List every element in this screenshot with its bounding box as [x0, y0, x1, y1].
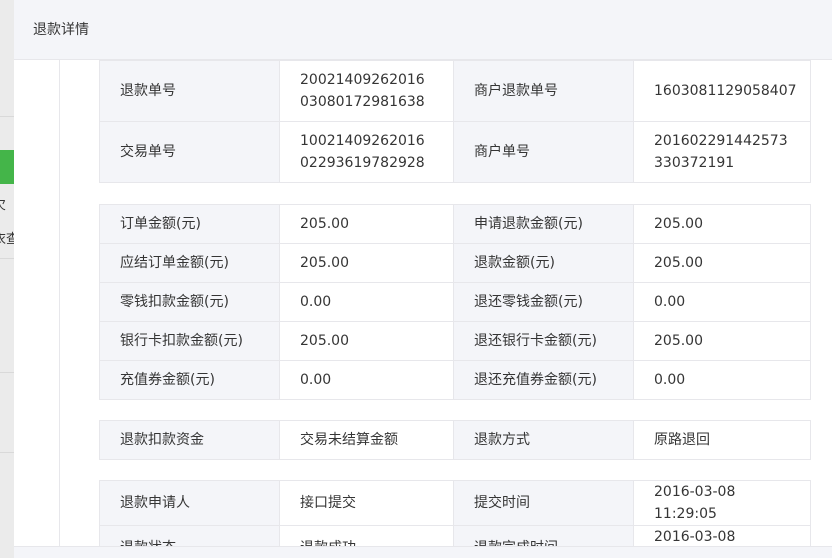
- refund-detail-dialog: 退款详情 退款单号 2002140926201603080172981638 商…: [14, 0, 832, 558]
- refund-method-value: 原路退回: [633, 420, 811, 460]
- refund-method-label: 退款方式: [453, 420, 634, 460]
- table-row: 退款申请人 接口提交 提交时间 2016-03-08 11:29:05: [99, 480, 811, 526]
- refund-status-value: 退款成功: [279, 525, 454, 546]
- background-page: [0, 0, 14, 558]
- background-divider: [0, 116, 14, 117]
- settlement-amount-label: 应结订单金额(元): [99, 243, 280, 283]
- table-row: 退款扣款资金 交易未结算金额 退款方式 原路退回: [99, 420, 811, 460]
- coupon-refund-label: 退还充值券金额(元): [453, 360, 634, 400]
- dialog-footer: [14, 546, 832, 558]
- refund-no-value: 2002140926201603080172981638: [279, 60, 454, 122]
- refund-status-label: 退款状态: [99, 525, 280, 546]
- requested-refund-amount-value: 205.00: [633, 204, 811, 244]
- settlement-amount-value: 205.00: [279, 243, 454, 283]
- bank-card-deduction-value: 205.00: [279, 321, 454, 361]
- refund-method-table: 退款扣款资金 交易未结算金额 退款方式 原路退回: [99, 420, 811, 460]
- background-divider: [0, 372, 14, 373]
- transaction-no-label: 交易单号: [99, 121, 280, 183]
- table-row: 订单金额(元) 205.00 申请退款金额(元) 205.00: [99, 204, 811, 244]
- dialog-body[interactable]: 退款单号 2002140926201603080172981638 商户退款单号…: [14, 60, 832, 546]
- refund-complete-time-value: 2016-03-08 11:29:11: [633, 525, 811, 546]
- refund-complete-time-label: 退款完成时间: [453, 525, 634, 546]
- background-divider: [0, 452, 14, 453]
- submit-time-value: 2016-03-08 11:29:05: [633, 480, 811, 526]
- merchant-refund-no-label: 商户退款单号: [453, 60, 634, 122]
- submit-time-label: 提交时间: [453, 480, 634, 526]
- refund-funds-value: 交易未结算金额: [279, 420, 454, 460]
- amounts-table: 订单金额(元) 205.00 申请退款金额(元) 205.00 应结订单金额(元…: [99, 204, 811, 400]
- background-divider: [0, 258, 14, 259]
- background-menu-text: 欠: [0, 194, 6, 213]
- order-amount-value: 205.00: [279, 204, 454, 244]
- coupon-amount-value: 0.00: [279, 360, 454, 400]
- bank-card-refund-label: 退还银行卡金额(元): [453, 321, 634, 361]
- refund-status-table: 退款申请人 接口提交 提交时间 2016-03-08 11:29:05 退款状态…: [99, 480, 811, 546]
- coupon-refund-value: 0.00: [633, 360, 811, 400]
- refund-applicant-value: 接口提交: [279, 480, 454, 526]
- merchant-order-no-value: 201602291442573330372191: [633, 121, 811, 183]
- coupon-amount-label: 充值券金额(元): [99, 360, 280, 400]
- balance-deduction-value: 0.00: [279, 282, 454, 322]
- table-row: 充值券金额(元) 0.00 退还充值券金额(元) 0.00: [99, 360, 811, 400]
- dialog-header: 退款详情: [14, 0, 832, 60]
- merchant-order-no-label: 商户单号: [453, 121, 634, 183]
- bank-card-deduction-label: 银行卡扣款金额(元): [99, 321, 280, 361]
- table-row: 零钱扣款金额(元) 0.00 退还零钱金额(元) 0.00: [99, 282, 811, 322]
- refund-amount-label: 退款金额(元): [453, 243, 634, 283]
- table-row: 交易单号 1002140926201602293619782928 商户单号 2…: [99, 121, 811, 183]
- requested-refund-amount-label: 申请退款金额(元): [453, 204, 634, 244]
- table-row: 退款状态 退款成功 退款完成时间 2016-03-08 11:29:11: [99, 525, 811, 546]
- refund-funds-label: 退款扣款资金: [99, 420, 280, 460]
- background-active-menu-item[interactable]: [0, 150, 14, 184]
- dialog-title: 退款详情: [33, 22, 89, 38]
- merchant-refund-no-value: 1603081129058407: [633, 60, 811, 122]
- refund-amount-value: 205.00: [633, 243, 811, 283]
- balance-deduction-label: 零钱扣款金额(元): [99, 282, 280, 322]
- table-row: 应结订单金额(元) 205.00 退款金额(元) 205.00: [99, 243, 811, 283]
- transaction-no-value: 1002140926201602293619782928: [279, 121, 454, 183]
- left-guide-line: [59, 60, 60, 546]
- bank-card-refund-value: 205.00: [633, 321, 811, 361]
- table-row: 退款单号 2002140926201603080172981638 商户退款单号…: [99, 60, 811, 122]
- order-ids-table: 退款单号 2002140926201603080172981638 商户退款单号…: [99, 60, 811, 183]
- refund-applicant-label: 退款申请人: [99, 480, 280, 526]
- order-amount-label: 订单金额(元): [99, 204, 280, 244]
- table-row: 银行卡扣款金额(元) 205.00 退还银行卡金额(元) 205.00: [99, 321, 811, 361]
- balance-refund-value: 0.00: [633, 282, 811, 322]
- refund-no-label: 退款单号: [99, 60, 280, 122]
- balance-refund-label: 退还零钱金额(元): [453, 282, 634, 322]
